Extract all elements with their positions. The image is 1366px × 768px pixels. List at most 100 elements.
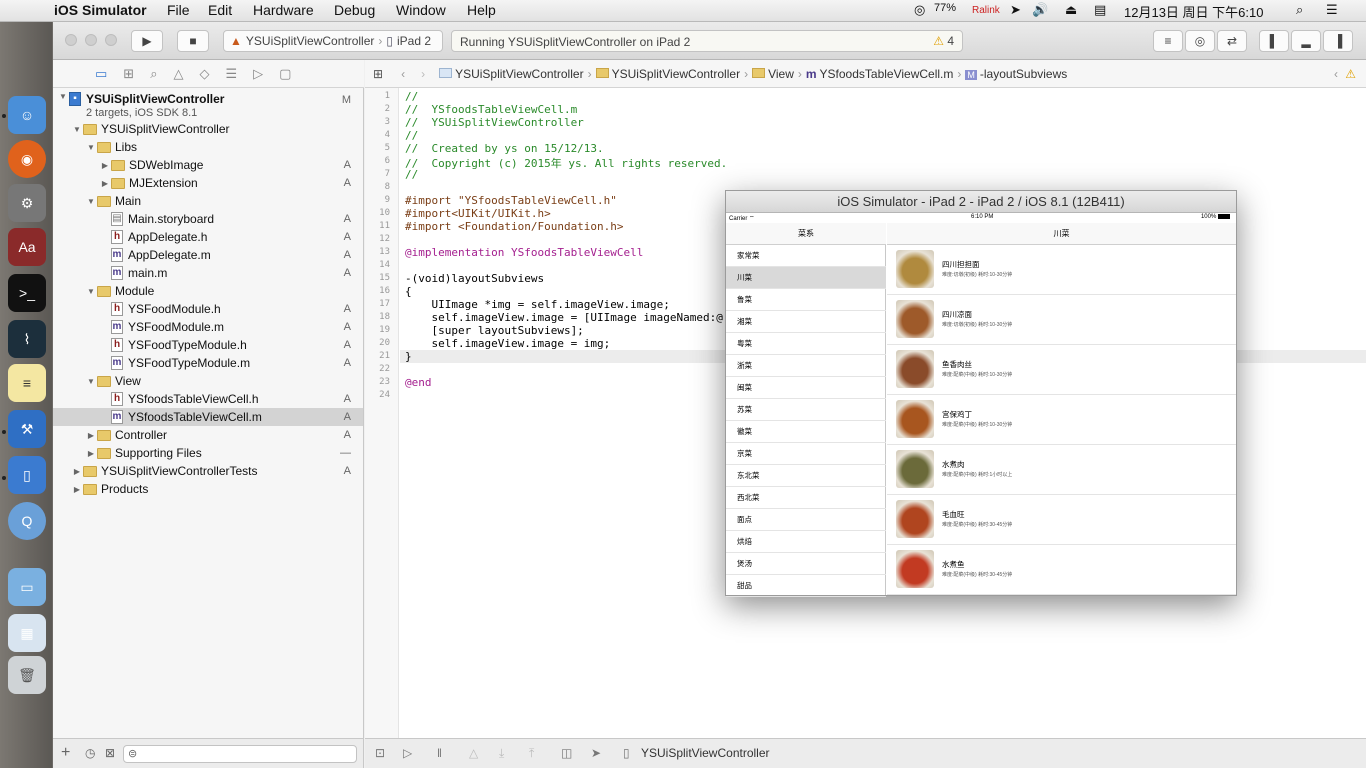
forward-button[interactable]: ›	[421, 67, 425, 81]
dish-row[interactable]: 宫保鸡丁 难度:配菜(中级) 耗时:10-30分钟	[887, 395, 1236, 445]
category-row[interactable]: 徽菜	[726, 421, 886, 443]
disclosure-closed-icon[interactable]: ▶	[85, 449, 97, 458]
jump-crumb-group[interactable]: YSUiSplitViewController	[595, 67, 740, 81]
navigator-item[interactable]: ▶ Controller A	[53, 426, 363, 444]
window-zoom-button[interactable]	[105, 34, 117, 46]
jump-crumb-file[interactable]: m YSfoodsTableViewCell.m	[806, 67, 954, 81]
navigator-item[interactable]: ▼ Libs	[53, 138, 363, 156]
menu-window[interactable]: Window	[396, 2, 446, 18]
category-row[interactable]: 西北菜	[726, 487, 886, 509]
hide-debug-area-icon[interactable]: ⊡	[375, 746, 385, 760]
navigator-item[interactable]: m YSFoodTypeModule.m A	[53, 354, 363, 372]
toggle-utilities-button[interactable]: ▐	[1323, 30, 1353, 52]
report-navigator-icon[interactable]: ▢	[279, 66, 291, 82]
firefox-icon[interactable]: ◉	[8, 140, 46, 178]
dish-row[interactable]: 毛血旺 难度:配菜(中级) 耗时:30-45分钟	[887, 495, 1236, 545]
assistant-editor-button[interactable]: ◎	[1185, 30, 1215, 52]
location-icon[interactable]: ➤	[1010, 2, 1021, 18]
disclosure-closed-icon[interactable]: ▶	[71, 467, 83, 476]
navigator-item[interactable]: ▶ Products	[53, 480, 363, 498]
quicktime-icon[interactable]: Q	[8, 502, 46, 540]
menu-clock[interactable]: 12月13日 周日 下午6:10	[1124, 2, 1263, 21]
jump-crumb-view[interactable]: View	[752, 67, 794, 81]
step-in-icon[interactable]: ⤓	[499, 746, 504, 761]
category-row[interactable]: 东北菜	[726, 465, 886, 487]
disclosure-closed-icon[interactable]: ▶	[99, 179, 111, 188]
window-close-button[interactable]	[65, 34, 77, 46]
navigator-item[interactable]: ▼ Module	[53, 282, 363, 300]
system-preferences-icon[interactable]: ⚙	[8, 184, 46, 222]
view-hierarchy-icon[interactable]: ◫	[561, 746, 572, 760]
notification-center-icon[interactable]: ☰	[1326, 2, 1338, 18]
recent-files-icon[interactable]: ◷	[85, 746, 95, 760]
navigator-item[interactable]: h YSFoodModule.h A	[53, 300, 363, 318]
menu-hardware[interactable]: Hardware	[253, 2, 314, 18]
pause-icon[interactable]: ‖	[437, 746, 442, 760]
menu-file[interactable]: File	[167, 2, 190, 18]
simulator-title[interactable]: iOS Simulator - iPad 2 - iPad 2 / iOS 8.…	[726, 191, 1236, 213]
warning-icon[interactable]: ⚠	[1345, 67, 1356, 81]
ralink-wifi-label[interactable]: Ralink	[972, 5, 1000, 16]
stop-button[interactable]: ■	[177, 30, 209, 52]
navigator-item[interactable]: ▶ Supporting Files —	[53, 444, 363, 462]
navigator-item[interactable]: ▶ SDWebImage A	[53, 156, 363, 174]
dish-row[interactable]: 四川凉面 难度:切墩(初级) 耗时:10-30分钟	[887, 295, 1236, 345]
breakpoint-navigator-icon[interactable]: ▷	[253, 66, 263, 82]
spotlight-icon[interactable]: ⌕	[1296, 2, 1303, 18]
category-row[interactable]: 烘焙	[726, 531, 886, 553]
toggle-debug-area-button[interactable]: ▂	[1291, 30, 1321, 52]
dish-row[interactable]: 鱼香肉丝 难度:配菜(中级) 耗时:10-30分钟	[887, 345, 1236, 395]
menu-edit[interactable]: Edit	[208, 2, 232, 18]
finder-icon[interactable]: ☺	[8, 96, 46, 134]
navigator-filter-input[interactable]: ⊜	[123, 745, 357, 763]
downloads-stack-icon[interactable]: ▦	[8, 614, 46, 652]
disclosure-closed-icon[interactable]: ▶	[99, 161, 111, 170]
navigator-item[interactable]: ▼ YSUiSplitViewController	[53, 120, 363, 138]
category-row[interactable]: 鲁菜	[726, 289, 886, 311]
activity-monitor-icon[interactable]: ⌇	[8, 320, 46, 358]
scheme-selector[interactable]: ▲ YSUiSplitViewController › ▯ iPad 2	[223, 30, 443, 52]
navigator-item[interactable]: h AppDelegate.h A	[53, 228, 363, 246]
navigator-item[interactable]: m YSFoodModule.m A	[53, 318, 363, 336]
category-row[interactable]: 甜品	[726, 575, 886, 597]
navigator-item[interactable]: h YSfoodsTableViewCell.h A	[53, 390, 363, 408]
version-editor-button[interactable]: ⇄	[1217, 30, 1247, 52]
symbol-navigator-icon[interactable]: ⊞	[123, 66, 134, 82]
related-items-icon[interactable]: ⊞	[373, 67, 383, 81]
navigator-item[interactable]: m YSfoodsTableViewCell.m A	[53, 408, 363, 426]
category-row[interactable]: 川菜	[726, 267, 886, 289]
flag-icon[interactable]: ▤	[1094, 2, 1106, 18]
applications-folder-icon[interactable]: ▭	[8, 568, 46, 606]
dish-row[interactable]: 四川担担面 难度:切墩(初级) 耗时:10-30分钟	[887, 245, 1236, 295]
navigator-item[interactable]: m main.m A	[53, 264, 363, 282]
debug-navigator-icon[interactable]: ☰	[225, 66, 237, 82]
disclosure-open-icon[interactable]: ▼	[85, 143, 97, 152]
category-row[interactable]: 闽菜	[726, 377, 886, 399]
navigator-item[interactable]: ▤ Main.storyboard A	[53, 210, 363, 228]
simulate-location-icon[interactable]: ➤	[591, 746, 601, 760]
jump-crumb-project[interactable]: YSUiSplitViewController	[439, 67, 584, 81]
toggle-navigator-button[interactable]: ▌	[1259, 30, 1289, 52]
jump-crumb-method[interactable]: M -layoutSubviews	[965, 67, 1067, 81]
terminal-icon[interactable]: >_	[8, 274, 46, 312]
find-navigator-icon[interactable]: ⌕	[150, 66, 157, 82]
disclosure-closed-icon[interactable]: ▶	[85, 431, 97, 440]
category-row[interactable]: 煲汤	[726, 553, 886, 575]
disclosure-open-icon[interactable]: ▼	[85, 377, 97, 386]
project-navigator-icon[interactable]: ▭	[95, 66, 107, 82]
category-row[interactable]: 粤菜	[726, 333, 886, 355]
run-button[interactable]: ▶	[131, 30, 163, 52]
disclosure-open-icon[interactable]: ▼	[85, 287, 97, 296]
step-out-icon[interactable]: ⤒	[529, 746, 534, 761]
disclosure-closed-icon[interactable]: ▶	[71, 485, 83, 494]
test-navigator-icon[interactable]: ◇	[199, 66, 209, 82]
add-icon[interactable]: +	[61, 744, 70, 762]
dish-row[interactable]: 水煮鱼 难度:配菜(中级) 耗时:30-45分钟	[887, 545, 1236, 595]
trash-icon[interactable]: 🗑	[8, 656, 46, 694]
line-number-gutter[interactable]: 1 2 3 4 5 6 7 8 9 10 11 12 13 14 15 16 17 18 19 20 21 22 23 24	[365, 88, 399, 738]
issue-navigator-icon[interactable]: △	[173, 66, 183, 82]
eject-icon[interactable]: ⏏	[1065, 2, 1077, 18]
step-over-icon[interactable]: △	[469, 746, 478, 760]
ios-simulator-icon[interactable]: ▯	[8, 456, 46, 494]
xcode-icon[interactable]: ⚒	[8, 410, 46, 448]
